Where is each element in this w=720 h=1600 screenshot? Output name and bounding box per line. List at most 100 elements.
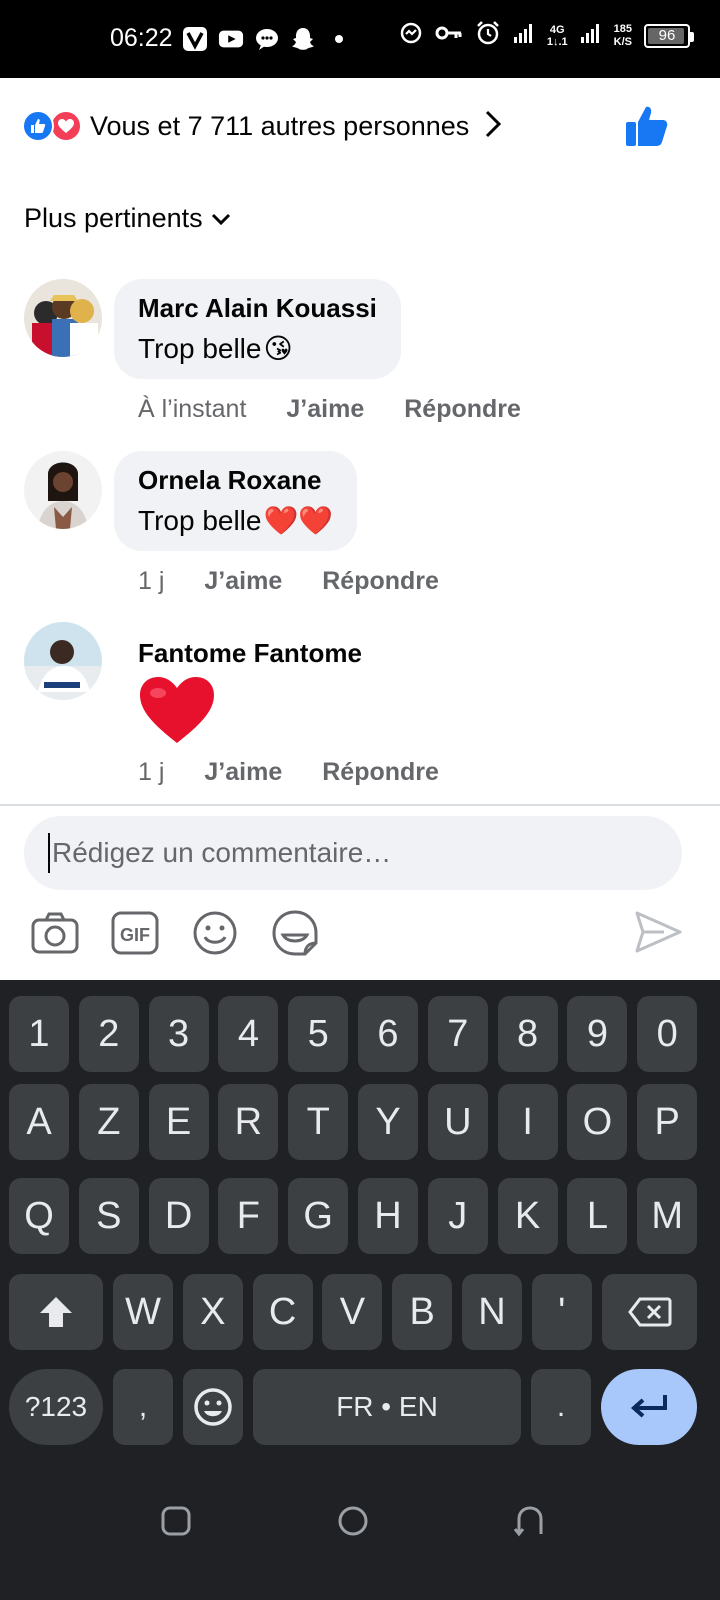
- camera-icon[interactable]: [30, 908, 80, 958]
- like-comment-button[interactable]: J’aime: [286, 395, 364, 424]
- key-e[interactable]: E: [148, 1084, 209, 1160]
- key-u[interactable]: U: [427, 1084, 488, 1160]
- space-key[interactable]: FR • EN: [253, 1369, 521, 1445]
- gif-icon[interactable]: GIF: [110, 908, 160, 958]
- avatar[interactable]: [24, 622, 102, 700]
- key-z[interactable]: Z: [78, 1084, 139, 1160]
- commenter-name[interactable]: Fantome Fantome: [138, 638, 362, 669]
- like-comment-button[interactable]: J’aime: [204, 758, 282, 787]
- like-comment-button[interactable]: J’aime: [204, 567, 282, 596]
- reactions-summary[interactable]: Vous et 7 711 autres personnes: [22, 108, 503, 144]
- key-b[interactable]: B: [392, 1274, 453, 1350]
- sort-label: Plus pertinents: [24, 203, 203, 233]
- avatar[interactable]: [24, 279, 102, 357]
- data-saver-icon: [399, 21, 423, 50]
- emoji-keyboard-key[interactable]: [183, 1369, 243, 1445]
- key-q[interactable]: Q: [9, 1178, 69, 1254]
- key-c[interactable]: C: [252, 1274, 313, 1350]
- status-right: 4G 1↓.1 185 K/S 96: [399, 20, 694, 51]
- comment-input[interactable]: Rédigez un commentaire…: [24, 816, 682, 890]
- key-i[interactable]: I: [497, 1084, 558, 1160]
- chevron-right-icon: [483, 109, 503, 144]
- keyboard-number-row: 1234567890: [0, 996, 720, 1074]
- key-8[interactable]: 8: [497, 996, 558, 1072]
- key-d[interactable]: D: [148, 1178, 209, 1254]
- key-g[interactable]: G: [288, 1178, 349, 1254]
- comment-time: 1 j: [138, 567, 165, 595]
- kiss-emoji: 😘: [263, 333, 293, 364]
- snapchat-icon: [290, 26, 316, 52]
- reply-comment-button[interactable]: Répondre: [404, 395, 521, 424]
- key-n[interactable]: N: [462, 1274, 522, 1350]
- keyboard-row-1: AZERTYUIOP: [0, 1084, 720, 1162]
- key-9[interactable]: 9: [567, 996, 628, 1072]
- alarm-icon: [475, 20, 501, 51]
- home-icon[interactable]: [337, 1505, 369, 1542]
- youtube-icon: [218, 26, 244, 52]
- commenter-name[interactable]: Marc Alain Kouassi: [138, 293, 377, 324]
- key-r[interactable]: R: [218, 1084, 279, 1160]
- key-f[interactable]: F: [218, 1178, 279, 1254]
- key-h[interactable]: H: [358, 1178, 418, 1254]
- reply-comment-button[interactable]: Répondre: [322, 758, 439, 787]
- sort-dropdown[interactable]: Plus pertinents: [24, 203, 231, 234]
- comment-time: À l’instant: [138, 395, 247, 423]
- key-m[interactable]: M: [637, 1178, 698, 1254]
- recent-apps-icon[interactable]: [160, 1505, 192, 1542]
- key-0[interactable]: 0: [637, 996, 698, 1072]
- key-j[interactable]: J: [427, 1178, 488, 1254]
- key-apostrophe[interactable]: ': [531, 1274, 592, 1350]
- keyboard-row-4: ?123 , FR • EN .: [0, 1369, 720, 1447]
- key-x[interactable]: X: [182, 1274, 243, 1350]
- key-7[interactable]: 7: [427, 996, 488, 1072]
- backspace-key[interactable]: [602, 1274, 697, 1350]
- emoji-icon[interactable]: [190, 908, 240, 958]
- key-o[interactable]: O: [567, 1084, 628, 1160]
- back-icon[interactable]: [513, 1505, 546, 1542]
- keyboard-row-2: QSDFGHJKLM: [0, 1178, 720, 1256]
- avatar[interactable]: [24, 451, 102, 529]
- symbols-key[interactable]: ?123: [9, 1369, 103, 1445]
- key-k[interactable]: K: [497, 1178, 558, 1254]
- shift-key[interactable]: [9, 1274, 103, 1350]
- key-p[interactable]: P: [637, 1084, 698, 1160]
- like-button-icon[interactable]: [624, 104, 670, 153]
- key-5[interactable]: 5: [288, 996, 349, 1072]
- period-key[interactable]: .: [531, 1369, 591, 1445]
- comma-key[interactable]: ,: [113, 1369, 173, 1445]
- key-y[interactable]: Y: [358, 1084, 418, 1160]
- signal-icon-2: [580, 22, 602, 49]
- key-s[interactable]: S: [78, 1178, 139, 1254]
- enter-key[interactable]: [601, 1369, 697, 1445]
- key-6[interactable]: 6: [358, 996, 418, 1072]
- commenter-name[interactable]: Ornela Roxane: [138, 465, 333, 496]
- reply-comment-button[interactable]: Répondre: [322, 567, 439, 596]
- key-w[interactable]: W: [113, 1274, 173, 1350]
- comment-text-body: Trop belle: [138, 504, 262, 536]
- key-t[interactable]: T: [288, 1084, 349, 1160]
- battery-icon: 96: [644, 23, 694, 48]
- hearts-emoji: ❤️❤️: [263, 505, 334, 536]
- love-reaction-icon: [50, 110, 82, 142]
- key-l[interactable]: L: [567, 1178, 628, 1254]
- key-2[interactable]: 2: [78, 996, 139, 1072]
- comment-bubble[interactable]: Marc Alain Kouassi Trop belle 😘: [114, 279, 401, 379]
- notification-icons: [182, 26, 352, 52]
- sticker-icon[interactable]: [270, 908, 320, 958]
- comment-text: Trop belle 😘: [138, 332, 377, 365]
- key-1[interactable]: 1: [9, 996, 69, 1072]
- comment-input-placeholder: Rédigez un commentaire…: [52, 837, 392, 868]
- send-icon[interactable]: [634, 910, 682, 959]
- key-v[interactable]: V: [322, 1274, 383, 1350]
- key-3[interactable]: 3: [148, 996, 209, 1072]
- key-4[interactable]: 4: [218, 996, 279, 1072]
- comment-body[interactable]: Fantome Fantome: [138, 638, 362, 752]
- comment-bubble[interactable]: Ornela Roxane Trop belle ❤️❤️: [114, 451, 358, 551]
- like-reaction-icon: [22, 110, 54, 142]
- speed-value: 185: [613, 22, 632, 35]
- key-a[interactable]: A: [9, 1084, 69, 1160]
- reactions-text: Vous et 7 711 autres personnes: [90, 110, 470, 141]
- signal-icon-1: [513, 22, 535, 49]
- network-speed: 185 K/S: [614, 23, 632, 49]
- status-time: 06:22: [110, 24, 173, 52]
